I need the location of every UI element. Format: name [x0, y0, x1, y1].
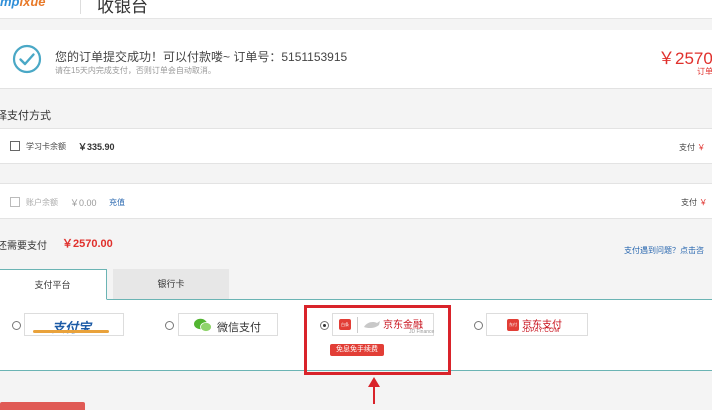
study-card-label: 学习卡余额	[26, 142, 66, 151]
alipay-swoosh	[33, 330, 109, 333]
jd-pay-option[interactable]: 东付 京东支付 JDPAY.COM	[486, 313, 588, 336]
study-card-balance: ￥335.90	[78, 142, 115, 152]
order-notice: 请在15天内完成支付，否则订单会自动取消。	[55, 66, 216, 75]
account-pay-value: ￥	[699, 198, 708, 207]
alipay-option[interactable]: 支付宝	[24, 313, 124, 336]
annotation-arrow-shaft	[373, 385, 375, 404]
remaining-amount: ￥2570.00	[62, 238, 113, 250]
study-card-pay-value: ￥	[697, 143, 706, 152]
page-title: 收银台	[97, 0, 148, 16]
selection-highlight-box	[304, 305, 451, 375]
pay-now-button[interactable]	[0, 402, 85, 410]
account-balance-value: ￥0.00	[70, 198, 97, 208]
payment-help-link[interactable]: 支付遇到问题？点击咨	[624, 245, 704, 256]
tab-payment-platform[interactable]: 支付平台	[0, 269, 107, 300]
header-divider	[80, 0, 81, 14]
account-pay-label: 支付	[681, 198, 697, 207]
remaining-label: 还需要支付	[0, 241, 47, 252]
site-logo[interactable]: mpixue	[0, 0, 46, 9]
order-amount-label: 订单	[697, 67, 712, 76]
payment-section-title: 择支付方式	[0, 110, 51, 122]
wechat-pay-radio[interactable]	[165, 321, 174, 330]
account-balance-label: 账户余额	[26, 198, 58, 207]
jd-pay-tag: 东付	[507, 319, 519, 331]
order-success-message: 您的订单提交成功！可以付款喽~ 订单号：5151153915	[55, 50, 348, 64]
account-balance-row	[0, 183, 712, 219]
study-card-pay-label: 支付	[679, 143, 695, 152]
alipay-radio[interactable]	[12, 321, 21, 330]
jd-pay-subtext: JDPAY.COM	[522, 328, 560, 334]
account-balance-pay: 支付 ￥	[681, 197, 707, 208]
wechat-icon	[194, 318, 212, 332]
account-balance-checkbox[interactable]	[10, 197, 20, 207]
study-card-pay: 支付 ￥	[679, 142, 705, 153]
wechat-pay-option[interactable]: 微信支付	[178, 313, 278, 336]
study-card-checkbox[interactable]	[10, 141, 20, 151]
jd-pay-radio[interactable]	[474, 321, 483, 330]
recharge-link[interactable]: 充值	[109, 197, 125, 208]
wechat-pay-text: 微信支付	[217, 322, 261, 334]
check-circle-icon	[12, 44, 42, 74]
tab-bank-card[interactable]: 银行卡	[113, 269, 229, 299]
alipay-logo-text: 支付宝	[52, 320, 92, 335]
